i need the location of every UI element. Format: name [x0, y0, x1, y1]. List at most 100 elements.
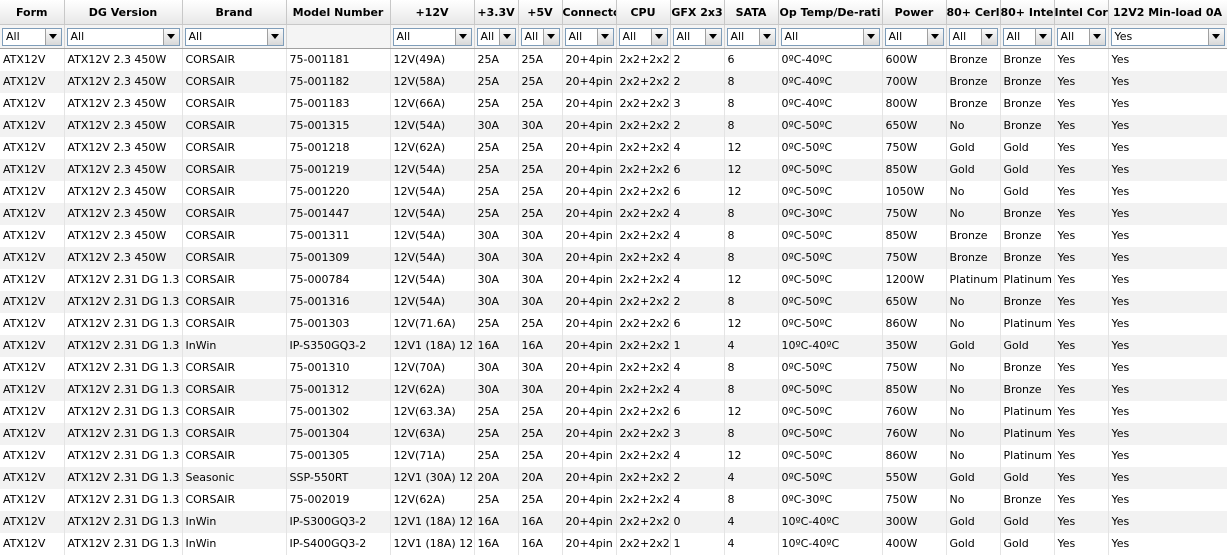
table-row[interactable]: ATX12V ATX12V 2.3 450W CORSAIR 75-001181 12V…	[0, 48, 1227, 71]
column-filter-select[interactable]: All	[520, 27, 560, 46]
table-row[interactable]: ATX12V ATX12V 2.31 DG 1.3 CORSAIR 75-001304…	[0, 422, 1227, 445]
column-header[interactable]: DG Version	[64, 0, 183, 25]
column-filter-select[interactable]: All	[2, 27, 62, 46]
table-row[interactable]: ATX12V ATX12V 2.3 450W CORSAIR 75-001315 12V…	[0, 114, 1227, 137]
table-row[interactable]: ATX12V ATX12V 2.31 DG 1.3 CORSAIR 75-001302…	[0, 400, 1227, 423]
table-row[interactable]: ATX12V ATX12V 2.3 450W CORSAIR 75-001183 12V…	[0, 92, 1227, 115]
column-filter-select[interactable]: All	[884, 27, 944, 46]
table-cell: ATX12V 2.3 450W	[64, 202, 183, 225]
dropdown-arrow-icon[interactable]	[596, 28, 613, 45]
table-row[interactable]: ATX12V ATX12V 2.3 450W CORSAIR 75-001218 12V…	[0, 136, 1227, 159]
table-cell: Gold	[1000, 532, 1055, 555]
table-cell: ATX12V 2.31 DG 1.3	[64, 488, 183, 511]
column-filter-select[interactable]: All	[948, 27, 998, 46]
table-row[interactable]: ATX12V ATX12V 2.3 450W CORSAIR 75-001219 12V…	[0, 158, 1227, 181]
dropdown-arrow-icon[interactable]	[926, 28, 943, 45]
dropdown-arrow-icon[interactable]	[44, 28, 61, 45]
dropdown-arrow-icon[interactable]	[704, 28, 721, 45]
column-header[interactable]: Form	[0, 0, 65, 25]
column-filter-select[interactable]: All	[476, 27, 516, 46]
table-row[interactable]: ATX12V ATX12V 2.31 DG 1.3 CORSAIR 75-001310…	[0, 356, 1227, 379]
column-filter-select[interactable]: All	[1056, 27, 1106, 46]
table-row[interactable]: ATX12V ATX12V 2.3 450W CORSAIR 75-001447 12V…	[0, 202, 1227, 225]
table-cell: IP-S400GQ3-2	[286, 532, 391, 555]
table-cell: 25A	[474, 312, 519, 335]
column-header[interactable]: SATA	[724, 0, 779, 25]
column-filter-select[interactable]: All	[564, 27, 614, 46]
chevron-down-icon	[1039, 34, 1047, 39]
table-cell: 2	[670, 466, 725, 489]
column-header[interactable]: +12V	[390, 0, 475, 25]
table-cell: No	[946, 114, 1001, 137]
table-cell: Yes	[1054, 378, 1109, 401]
dropdown-arrow-icon[interactable]	[542, 28, 559, 45]
table-cell: Gold	[946, 136, 1001, 159]
table-cell: 12V(66A)	[390, 92, 475, 115]
column-header[interactable]: 80+ Inte	[1000, 0, 1055, 25]
dropdown-arrow-icon[interactable]	[980, 28, 997, 45]
table-row[interactable]: ATX12V ATX12V 2.31 DG 1.3 CORSAIR 75-001316…	[0, 290, 1227, 313]
dropdown-arrow-icon[interactable]	[1088, 28, 1105, 45]
dropdown-arrow-icon[interactable]	[498, 28, 515, 45]
table-cell: Gold	[946, 158, 1001, 181]
column-header[interactable]: Intel Cor	[1054, 0, 1109, 25]
table-row[interactable]: ATX12V ATX12V 2.31 DG 1.3 CORSAIR 75-001303…	[0, 312, 1227, 335]
column-header[interactable]: Power	[882, 0, 947, 25]
table-row[interactable]: ATX12V ATX12V 2.31 DG 1.3 InWin IP-S300GQ3-…	[0, 510, 1227, 533]
filter-value: All	[622, 30, 637, 43]
column-filter-select[interactable]: All	[672, 27, 722, 46]
column-filter-select[interactable]: All	[66, 27, 180, 46]
dropdown-arrow-icon[interactable]	[162, 28, 179, 45]
column-filter-select[interactable]: All	[392, 27, 472, 46]
column-filter-select[interactable]: All	[618, 27, 668, 46]
column-filter-select[interactable]: All	[726, 27, 776, 46]
table-row[interactable]: ATX12V ATX12V 2.31 DG 1.3 CORSAIR 75-001312…	[0, 378, 1227, 401]
table-row[interactable]: ATX12V ATX12V 2.3 450W CORSAIR 75-001220 12V…	[0, 180, 1227, 203]
table-row[interactable]: ATX12V ATX12V 2.31 DG 1.3 CORSAIR 75-000784…	[0, 268, 1227, 291]
column-header[interactable]: Brand	[182, 0, 287, 25]
table-cell: 75-002019	[286, 488, 391, 511]
column-header[interactable]: CPU	[616, 0, 671, 25]
column-header[interactable]: GFX 2x3	[670, 0, 725, 25]
table-cell: 20+4pin	[562, 400, 617, 423]
table-row[interactable]: ATX12V ATX12V 2.31 DG 1.3 Seasonic SSP-550R…	[0, 466, 1227, 489]
dropdown-arrow-icon[interactable]	[266, 28, 283, 45]
column-header[interactable]: Connecto	[562, 0, 617, 25]
dropdown-arrow-icon[interactable]	[454, 28, 471, 45]
dropdown-arrow-icon[interactable]	[862, 28, 879, 45]
column-header[interactable]: Model Number	[286, 0, 391, 25]
column-header[interactable]: +3.3V	[474, 0, 519, 25]
table-cell: 10ºC-40ºC	[778, 510, 883, 533]
table-cell: CORSAIR	[182, 378, 287, 401]
column-filter-select[interactable]: Yes	[1110, 27, 1225, 46]
table-cell: 16A	[474, 510, 519, 533]
table-cell: 4	[670, 246, 725, 269]
column-header[interactable]: 80+ Cerl	[946, 0, 1001, 25]
table-cell: 0ºC-50ºC	[778, 158, 883, 181]
table-cell: 2x2+2x2	[616, 180, 671, 203]
table-cell: 25A	[518, 70, 563, 93]
table-row[interactable]: ATX12V ATX12V 2.31 DG 1.3 InWin IP-S350GQ3-…	[0, 334, 1227, 357]
table-row[interactable]: ATX12V ATX12V 2.31 DG 1.3 CORSAIR 75-002019…	[0, 488, 1227, 511]
column-filter-select[interactable]: All	[780, 27, 880, 46]
table-row[interactable]: ATX12V ATX12V 2.31 DG 1.3 InWin IP-S400GQ3-…	[0, 532, 1227, 555]
dropdown-arrow-icon[interactable]	[758, 28, 775, 45]
dropdown-arrow-icon[interactable]	[650, 28, 667, 45]
table-cell: 12V(54A)	[390, 180, 475, 203]
column-filter-select[interactable]: All	[184, 27, 284, 46]
table-row[interactable]: ATX12V ATX12V 2.31 DG 1.3 CORSAIR 75-001305…	[0, 444, 1227, 467]
table-cell: Yes	[1108, 444, 1227, 467]
table-row[interactable]: ATX12V ATX12V 2.3 450W CORSAIR 75-001309 12V…	[0, 246, 1227, 269]
table-row[interactable]: ATX12V ATX12V 2.3 450W CORSAIR 75-001182 12V…	[0, 70, 1227, 93]
filter-value: All	[952, 30, 967, 43]
column-header[interactable]: Op Temp/De-rati	[778, 0, 883, 25]
column-filter-select[interactable]: All	[1002, 27, 1052, 46]
chevron-down-icon	[49, 34, 57, 39]
dropdown-arrow-icon[interactable]	[1207, 28, 1224, 45]
table-cell: 2x2+2x2	[616, 92, 671, 115]
table-cell: Bronze	[946, 70, 1001, 93]
column-header[interactable]: +5V	[518, 0, 563, 25]
table-row[interactable]: ATX12V ATX12V 2.3 450W CORSAIR 75-001311 12V…	[0, 224, 1227, 247]
dropdown-arrow-icon[interactable]	[1034, 28, 1051, 45]
column-header[interactable]: 12V2 Min-load 0A	[1108, 0, 1227, 25]
